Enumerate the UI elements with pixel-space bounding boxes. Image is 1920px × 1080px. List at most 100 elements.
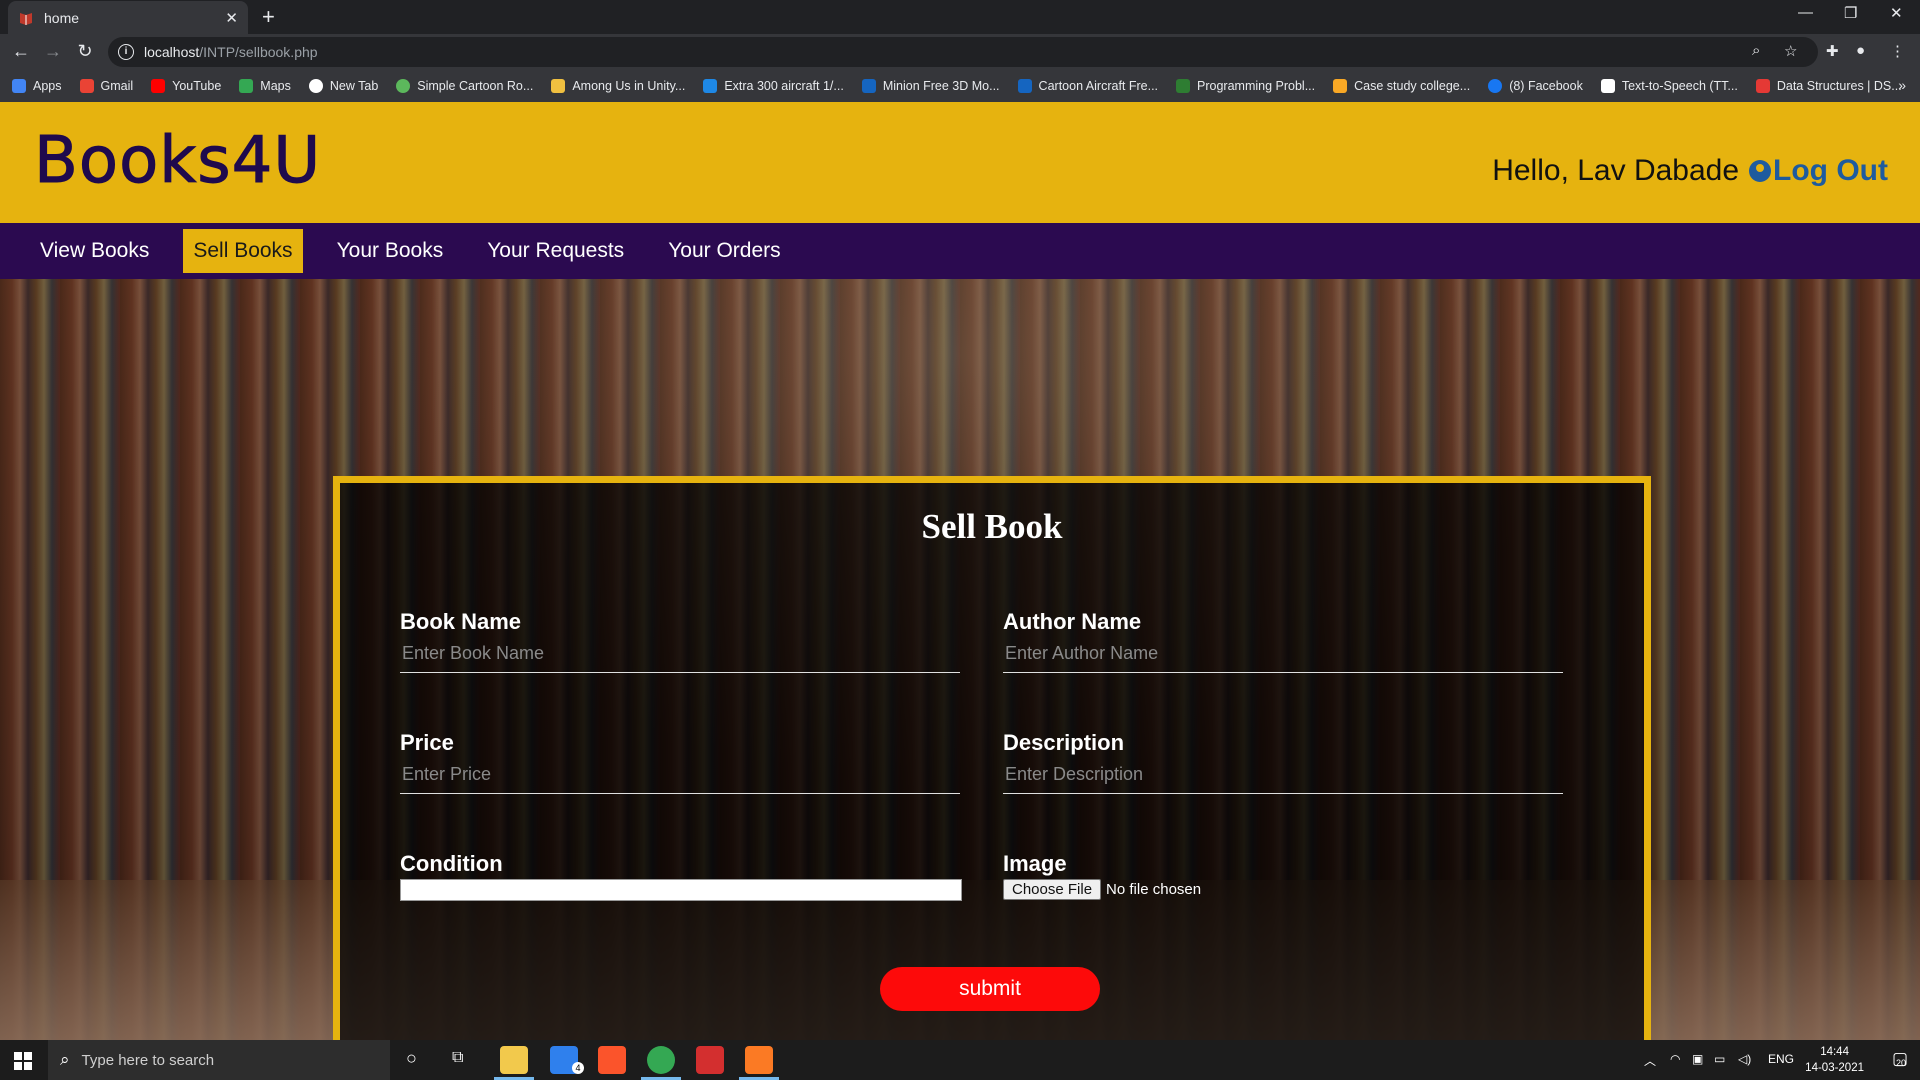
bookmark-item[interactable]: Programming Probl... [1176, 79, 1315, 93]
restore-icon[interactable]: ❐ [1844, 4, 1857, 22]
logout-link[interactable]: Log Out [1773, 154, 1888, 188]
profile-avatar-icon[interactable]: ● [1856, 42, 1865, 59]
security-icon[interactable]: ▣ [1692, 1052, 1703, 1066]
chrome-icon[interactable] [647, 1046, 675, 1074]
site-icon [1600, 79, 1615, 93]
browser-tabstrip: home ✕ + — ❐ ✕ [0, 0, 1920, 34]
nav-your-requests[interactable]: Your Requests [477, 229, 634, 273]
nav-sell-books[interactable]: Sell Books [183, 229, 303, 273]
page-content: Books4U Hello, Lav Dabade Log Out View B… [0, 102, 1920, 1040]
choose-file-button[interactable]: Choose File [1003, 879, 1102, 900]
bookmark-item[interactable]: Text-to-Speech (TT... [1600, 79, 1738, 93]
price-field: Price [400, 730, 960, 794]
more-bookmarks-icon[interactable]: » [1898, 77, 1906, 93]
taskbar-search-box[interactable]: ⌕ Type here to search [48, 1040, 390, 1080]
condition-label: Condition [400, 851, 503, 876]
site-icon [396, 79, 411, 93]
site-icon [703, 79, 718, 93]
system-clock[interactable]: 14:44 14-03-2021 [1805, 1044, 1864, 1076]
browser-menu-icon[interactable]: ⋮ [1890, 42, 1905, 60]
description-input[interactable] [1003, 756, 1563, 794]
author-name-label: Author Name [1003, 609, 1142, 634]
browser-tab[interactable]: home ✕ [8, 1, 248, 34]
minimize-icon[interactable]: — [1798, 4, 1813, 21]
site-icon [861, 79, 876, 93]
bookmark-item[interactable]: Cartoon Aircraft Fre... [1017, 79, 1158, 93]
xampp-icon[interactable] [745, 1046, 773, 1074]
price-input[interactable] [400, 756, 960, 794]
taskbar-search-placeholder: Type here to search [81, 1051, 215, 1069]
bookmark-item[interactable]: Among Us in Unity... [551, 79, 685, 93]
windows-start-icon[interactable] [14, 1052, 32, 1070]
task-view-icon[interactable]: ⧉ [452, 1049, 463, 1067]
url-host: localhost [144, 44, 200, 60]
tab-title: home [44, 9, 80, 26]
wifi-icon[interactable]: ◠ [1670, 1052, 1680, 1066]
site-icon [1176, 79, 1191, 93]
url-path: /INTP/sellbook.php [199, 44, 318, 60]
forward-icon[interactable]: → [42, 41, 64, 62]
extensions-icon[interactable]: ✚ [1826, 42, 1839, 60]
site-header: Books4U Hello, Lav Dabade Log Out [0, 102, 1920, 223]
file-input: Choose File No file chosen [1003, 879, 1563, 900]
image-label: Image [1003, 851, 1067, 876]
nav-your-books[interactable]: Your Books [327, 229, 454, 273]
cortana-icon[interactable]: ○ [406, 1048, 417, 1069]
author-name-field: Author Name [1003, 609, 1563, 673]
condition-field: Condition [400, 851, 962, 901]
bookmark-item[interactable]: Simple Cartoon Ro... [396, 79, 533, 93]
mail-badge: 4 [572, 1062, 584, 1074]
bookmark-item[interactable]: YouTube [151, 79, 221, 93]
submit-button[interactable]: submit [880, 967, 1100, 1011]
bookmark-item[interactable]: Maps [239, 79, 291, 93]
user-greeting-area: Hello, Lav Dabade Log Out [1492, 154, 1888, 188]
book-favicon-icon [18, 10, 34, 26]
book-name-label: Book Name [400, 609, 522, 634]
bookmark-item[interactable]: Gmail [79, 79, 133, 93]
clock-time: 14:44 [1820, 1046, 1849, 1058]
volume-icon[interactable]: ◁) [1738, 1052, 1751, 1066]
new-tab-button[interactable]: + [262, 4, 275, 30]
bookmark-item[interactable]: Minion Free 3D Mo... [861, 79, 1000, 93]
file-explorer-icon[interactable] [500, 1046, 528, 1074]
windows-taskbar: ⌕ Type here to search ○ ⧉ 4 ︿ ◠ ▣ ▭ ◁) E… [0, 1040, 1920, 1080]
bookmark-item[interactable]: New Tab [308, 79, 378, 93]
nav-view-books[interactable]: View Books [30, 229, 159, 273]
reload-icon[interactable]: ↻ [74, 41, 96, 62]
browser-toolbar: ← → ↻ i localhost /INTP/sellbook.php ⌕ ☆… [0, 34, 1920, 70]
tab-close-icon[interactable]: ✕ [225, 9, 238, 27]
site-info-icon[interactable]: i [118, 44, 134, 60]
acrobat-icon[interactable] [696, 1046, 724, 1074]
bookmark-item[interactable]: Case study college... [1333, 79, 1470, 93]
bookmark-item[interactable]: (8) Facebook [1488, 79, 1583, 93]
close-window-icon[interactable]: ✕ [1890, 4, 1903, 22]
book-name-field: Book Name [400, 609, 960, 673]
notification-count: 20 [1895, 1058, 1906, 1068]
author-name-input[interactable] [1003, 635, 1563, 673]
bookmarks-bar: Apps Gmail YouTube Maps New Tab Simple C… [0, 70, 1920, 102]
site-icon [1017, 79, 1032, 93]
description-field: Description [1003, 730, 1563, 794]
zoom-icon[interactable]: ⌕ [1752, 42, 1760, 59]
nav-your-orders[interactable]: Your Orders [658, 229, 790, 273]
site-logo[interactable]: Books4U [33, 124, 321, 199]
language-indicator[interactable]: ENG [1768, 1052, 1794, 1066]
tray-expand-icon[interactable]: ︿ [1644, 1052, 1656, 1069]
brave-browser-icon[interactable] [598, 1046, 626, 1074]
price-label: Price [400, 730, 454, 755]
sell-book-form: Sell Book Book Name Author Name Price De… [333, 476, 1651, 1040]
image-field: Image Choose File No file chosen [1003, 851, 1563, 900]
description-label: Description [1003, 730, 1125, 755]
gmail-icon [79, 79, 94, 93]
facebook-icon [1488, 79, 1503, 93]
site-icon [551, 79, 566, 93]
bookmark-item[interactable]: Apps [12, 79, 62, 93]
bookmark-item[interactable]: Data Structures | DS... [1755, 79, 1902, 93]
address-bar[interactable]: i localhost /INTP/sellbook.php [108, 37, 1818, 67]
bookmark-item[interactable]: Extra 300 aircraft 1/... [703, 79, 844, 93]
back-icon[interactable]: ← [10, 41, 32, 62]
condition-select[interactable] [400, 879, 962, 901]
book-name-input[interactable] [400, 635, 960, 673]
bookmark-star-icon[interactable]: ☆ [1784, 42, 1797, 60]
battery-icon[interactable]: ▭ [1714, 1052, 1725, 1066]
